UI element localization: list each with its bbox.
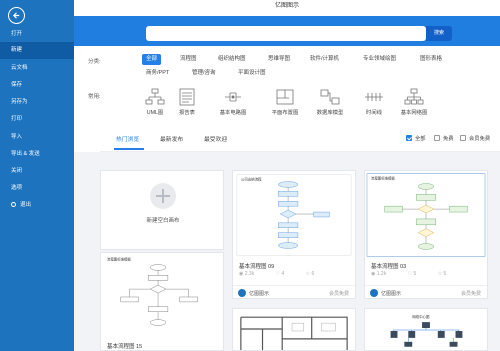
title-bar: 亿图图示 [74, 0, 500, 16]
template-card[interactable]: 流程图标准模板 基本流程图 03 ◉ 1.2k ♡ 5 ☆ 5 亿图图示 会员免… [364, 170, 488, 299]
views-icon: ◉ 2.3k [239, 271, 255, 277]
category-tables[interactable]: 图形表格 [416, 54, 446, 65]
template-card[interactable] [232, 308, 356, 351]
back-button[interactable] [8, 7, 25, 24]
template-thumbnail: 网络中心图 [365, 309, 487, 350]
favorites-icon: ☆ 5 [437, 271, 447, 277]
common-timeline[interactable]: 时间线 [357, 88, 391, 116]
sidebar-item-save-as[interactable]: 另存为 [0, 94, 74, 111]
network-icon [404, 88, 424, 105]
template-gallery: 新建空白画布 公司出纳流程 基本流程图 09 ◉ 2.3k ♡ 4 ☆ 6 亿图… [74, 152, 500, 351]
common-circuit[interactable]: 基本电路图 [216, 88, 250, 116]
template-stats: ◉ 2.3k ♡ 4 ☆ 6 [239, 271, 334, 277]
sidebar-item-export[interactable]: 导出 & 发送 [0, 146, 74, 163]
new-blank-card[interactable]: 新建空白画布 [100, 170, 224, 250]
common-floorplan[interactable]: 平面布置图 [268, 88, 302, 116]
filter-member-free-checkbox[interactable]: 会员免费 [460, 134, 490, 142]
template-card[interactable]: 公司出纳流程 基本流程图 09 ◉ 2.3k ♡ 4 ☆ 6 亿图图示 会员免费 [232, 170, 356, 299]
svg-text:流程图标准模板: 流程图标准模板 [107, 257, 132, 262]
price-badge: 会员免费 [460, 291, 481, 297]
template-card[interactable]: 网络中心图 [364, 308, 488, 351]
template-thumbnail [233, 309, 355, 350]
sidebar-item-import[interactable]: 导入 [0, 129, 74, 146]
app-title: 亿图图示 [274, 3, 299, 9]
category-business[interactable]: 商务/PPT [142, 68, 173, 79]
template-footer: 亿图图示 会员免费 [233, 285, 355, 298]
category-mindmap[interactable]: 思维导图 [264, 54, 294, 65]
likes-icon: ♡ 5 [407, 271, 417, 277]
search-banner: 搜索 [74, 16, 500, 46]
svg-text:网络中心图: 网络中心图 [412, 314, 430, 319]
category-label: 分类: [88, 59, 101, 65]
sort-tabs: 热门浏览 最新发布 最受欢迎 全部 免费 会员免费 [100, 124, 500, 152]
search-button[interactable]: 搜索 [426, 26, 452, 41]
category-flowchart[interactable]: 流程图 [176, 54, 201, 65]
price-badge: 会员免费 [328, 291, 349, 297]
template-thumbnail: 公司出纳流程 [233, 171, 355, 259]
author-name[interactable]: 亿图图示 [381, 290, 401, 297]
sidebar-item-exit[interactable]: 退出 [0, 197, 74, 214]
tab-hot[interactable]: 热门浏览 [116, 134, 139, 143]
template-title: 基本流程图 15 [107, 344, 143, 350]
category-management[interactable]: 管理/咨询 [188, 68, 220, 79]
sidebar-item-close[interactable]: 关闭 [0, 163, 74, 180]
favorites-icon: ☆ 6 [305, 271, 315, 277]
views-icon: ◉ 1.2k [371, 271, 387, 277]
report-icon [179, 88, 195, 106]
category-software[interactable]: 软件/计算机 [306, 54, 343, 65]
svg-text:流程图标准模板: 流程图标准模板 [371, 176, 396, 181]
tab-latest[interactable]: 最新发布 [160, 134, 183, 143]
template-footer: 亿图图示 会员免费 [365, 285, 487, 298]
filter-all-checkbox[interactable]: 全部 [406, 134, 426, 142]
author-avatar [370, 289, 378, 297]
checkbox-checked-icon [406, 135, 412, 141]
checkbox-icon [460, 135, 466, 141]
sidebar-item-save[interactable]: 保存 [0, 77, 74, 94]
author-name[interactable]: 亿图图示 [249, 290, 269, 297]
database-icon [320, 89, 340, 105]
plus-icon [150, 183, 176, 209]
arrow-left-icon [12, 12, 20, 19]
category-graphic-design[interactable]: 平面设计图 [234, 68, 270, 79]
category-org-chart[interactable]: 组织结构图 [214, 54, 250, 65]
template-title: 基本流程图 09 [239, 264, 275, 270]
sidebar-item-options[interactable]: 选项 [0, 180, 74, 197]
category-all[interactable]: 全部 [142, 54, 162, 65]
sidebar-item-print[interactable]: 打印 [0, 111, 74, 128]
sidebar-item-open[interactable]: 打开 [0, 26, 74, 43]
common-database[interactable]: 数据库模型 [313, 88, 347, 116]
template-thumbnail: 流程图标准模板 [365, 171, 487, 259]
common-label: 常用: [88, 94, 101, 100]
svg-text:公司出纳流程: 公司出纳流程 [241, 177, 262, 182]
filter-free-checkbox[interactable]: 免费 [434, 134, 454, 142]
timeline-icon [365, 93, 383, 101]
template-card[interactable]: 流程图标准模板 基本流程图 15 [100, 252, 224, 351]
active-tab-indicator [114, 148, 144, 150]
sidebar: 打开 新建 云文档 保存 另存为 打印 导入 导出 & 发送 关闭 选项 退出 [0, 0, 74, 351]
floorplan-icon [276, 89, 294, 105]
tab-popular[interactable]: 最受欢迎 [204, 134, 227, 143]
template-stats: ◉ 1.2k ♡ 5 ☆ 5 [371, 271, 466, 277]
common-uml[interactable]: UML图 [138, 88, 172, 116]
template-thumbnail: 流程图标准模板 [101, 253, 223, 339]
checkbox-icon [434, 135, 440, 141]
template-title: 基本流程图 03 [371, 264, 407, 270]
author-avatar [238, 289, 246, 297]
category-professional[interactable]: 专业领域绘图 [359, 54, 400, 65]
exit-icon [11, 202, 16, 207]
common-report[interactable]: 报告表 [170, 88, 204, 116]
sidebar-item-new[interactable]: 新建 [0, 42, 74, 59]
filter-panel: 分类: 全部 流程图 组织结构图 思维导图 软件/计算机 专业领域绘图 图形表格… [74, 46, 500, 124]
uml-icon [145, 88, 165, 105]
common-network[interactable]: 基本网络图 [397, 88, 431, 116]
circuit-icon [225, 92, 241, 102]
likes-icon: ♡ 4 [275, 271, 285, 277]
search-input[interactable] [146, 26, 426, 41]
sidebar-item-cloud[interactable]: 云文档 [0, 60, 74, 77]
